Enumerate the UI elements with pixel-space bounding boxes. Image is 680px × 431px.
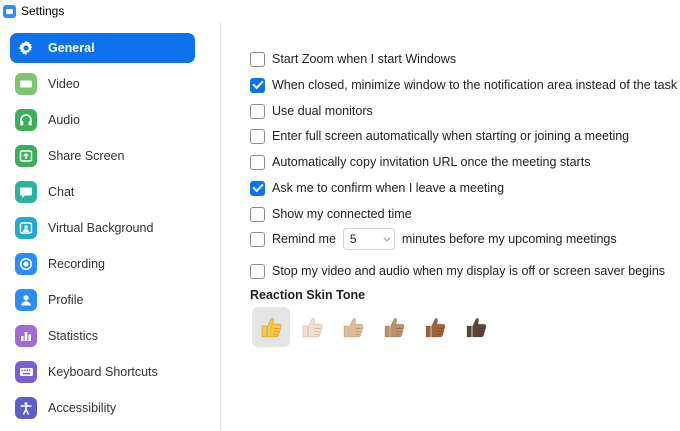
sidebar-item-label: Accessibility: [48, 401, 117, 415]
option-label: Enter full screen automatically when sta…: [272, 129, 630, 143]
keyboard-icon: [15, 361, 37, 383]
skin-tone-medium-dark[interactable]: [416, 307, 454, 347]
thumbs-up-icon: [466, 317, 487, 338]
thumbs-up-icon: [425, 317, 446, 338]
option-label: Start Zoom when I start Windows: [272, 52, 457, 66]
option-row[interactable]: Use dual monitors: [250, 101, 373, 121]
profile-icon: [15, 289, 37, 311]
sidebar-item-accessibility[interactable]: Accessibility: [10, 393, 195, 423]
thumbs-up-icon: [343, 317, 364, 338]
gear-icon: [15, 37, 37, 59]
option-row[interactable]: Ask me to confirm when I leave a meeting: [250, 178, 504, 198]
thumbs-up-icon: [261, 317, 282, 338]
sidebar-item-general[interactable]: General: [10, 33, 195, 63]
option-row[interactable]: Start Zoom when I start Windows: [250, 49, 456, 69]
option-checkbox[interactable]: [250, 103, 265, 119]
sidebar-item-keyboard-shortcuts[interactable]: Keyboard Shortcuts: [10, 357, 195, 387]
remind-me-checkbox[interactable]: [250, 231, 265, 247]
skin-tone-picker: [252, 307, 495, 347]
sidebar-item-recording[interactable]: Recording: [10, 249, 195, 279]
option-checkbox[interactable]: [250, 128, 265, 144]
sidebar-item-profile[interactable]: Profile: [10, 285, 195, 315]
sidebar-item-label: Share Screen: [48, 149, 125, 163]
option-row[interactable]: Show my connected time: [250, 204, 412, 224]
option-label: Use dual monitors: [272, 104, 373, 118]
headphones-icon: [15, 109, 37, 131]
sidebar-item-label: Recording: [48, 257, 105, 271]
remind-me-suffix: minutes before my upcoming meetings: [401, 232, 617, 246]
remind-minutes-value: 5: [349, 232, 357, 246]
option-row[interactable]: When closed, minimize window to the noti…: [250, 75, 680, 95]
option-checkbox[interactable]: [250, 263, 265, 279]
skin-tone-medium[interactable]: [375, 307, 413, 347]
settings-sidebar: General Video Audio Share Screen Chat Virtual…: [0, 22, 221, 431]
general-settings-panel: Reaction Skin Tone Start Zoom when I sta…: [222, 22, 680, 431]
remind-minutes-dropdown[interactable]: 5: [342, 228, 395, 250]
record-icon: [15, 253, 37, 275]
option-label: Show my connected time: [272, 207, 412, 221]
skin-tone-medium-light[interactable]: [334, 307, 372, 347]
sidebar-item-virtual-background[interactable]: Virtual Background: [10, 213, 195, 243]
option-label: Automatically copy invitation URL once t…: [272, 155, 591, 169]
chat-icon: [15, 181, 37, 203]
sidebar-item-label: Virtual Background: [48, 221, 154, 235]
accessibility-icon: [15, 397, 37, 419]
option-checkbox[interactable]: [250, 180, 265, 196]
zoom-app-icon: [3, 4, 16, 18]
sidebar-item-label: General: [48, 41, 95, 55]
sidebar-item-chat[interactable]: Chat: [10, 177, 195, 207]
remind-me-row: Remind me 5 minutes before my upcoming mee…: [250, 228, 617, 250]
skin-tone-default[interactable]: [252, 307, 290, 347]
reaction-skin-tone-heading: Reaction Skin Tone: [250, 288, 366, 302]
remind-me-label: Remind me: [272, 232, 336, 246]
sidebar-item-video[interactable]: Video: [10, 69, 195, 99]
option-label: Ask me to confirm when I leave a meeting: [272, 181, 505, 195]
option-label: Stop my video and audio when my display …: [272, 264, 666, 278]
statistics-icon: [15, 325, 37, 347]
option-checkbox[interactable]: [250, 77, 265, 93]
video-icon: [15, 73, 37, 95]
thumbs-up-icon: [384, 317, 405, 338]
sidebar-item-label: Keyboard Shortcuts: [48, 365, 158, 379]
person-background-icon: [15, 217, 37, 239]
option-row[interactable]: Automatically copy invitation URL once t…: [250, 152, 590, 172]
skin-tone-light[interactable]: [293, 307, 331, 347]
option-row[interactable]: Stop my video and audio when my display …: [250, 261, 665, 281]
option-label: When closed, minimize window to the noti…: [272, 78, 680, 92]
option-checkbox[interactable]: [250, 206, 265, 222]
title-bar: Settings: [0, 0, 680, 22]
thumbs-up-icon: [302, 317, 323, 338]
sidebar-item-label: Chat: [48, 185, 75, 199]
sidebar-item-audio[interactable]: Audio: [10, 105, 195, 135]
chevron-down-icon: [383, 234, 391, 242]
option-checkbox[interactable]: [250, 51, 265, 67]
sidebar-item-label: Profile: [48, 293, 84, 307]
option-checkbox[interactable]: [250, 154, 265, 170]
share-screen-icon: [15, 145, 37, 167]
option-row[interactable]: Enter full screen automatically when sta…: [250, 126, 629, 146]
skin-tone-dark[interactable]: [457, 307, 495, 347]
window-title: Settings: [21, 4, 65, 18]
sidebar-item-share-screen[interactable]: Share Screen: [10, 141, 195, 171]
sidebar-item-label: Audio: [48, 113, 80, 127]
sidebar-item-statistics[interactable]: Statistics: [10, 321, 195, 351]
sidebar-item-label: Statistics: [48, 329, 99, 343]
sidebar-item-label: Video: [48, 77, 80, 91]
